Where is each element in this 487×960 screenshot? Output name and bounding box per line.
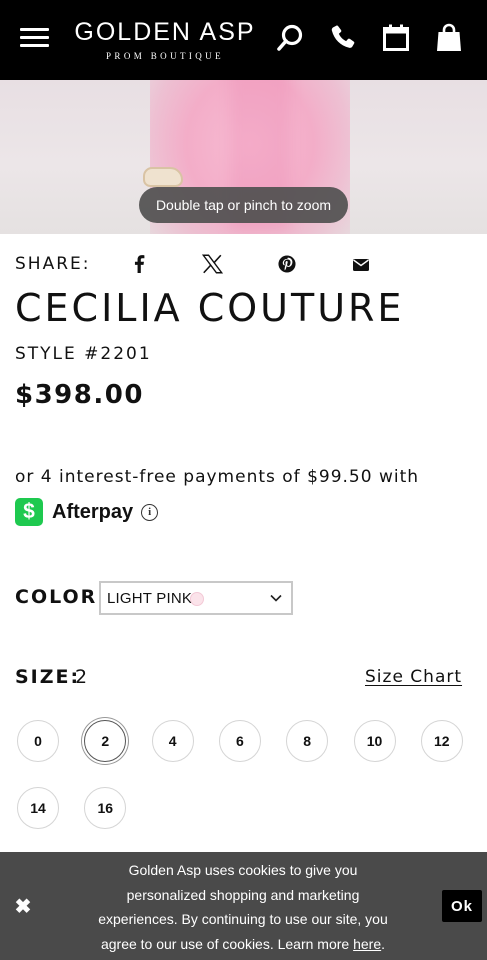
cookie-ok-button[interactable]: Ok xyxy=(442,890,482,922)
shoe-image-area xyxy=(143,167,183,187)
site-header: GOLDEN ASP PROM BOUTIQUE xyxy=(0,0,487,80)
size-option-0[interactable]: 0 xyxy=(17,720,59,762)
size-option-16[interactable]: 16 xyxy=(84,787,127,829)
size-option-2[interactable]: 2 xyxy=(84,720,127,762)
color-label: COLOR: xyxy=(15,586,107,608)
size-selected-value: 2 xyxy=(75,666,88,688)
size-option-14[interactable]: 14 xyxy=(17,787,59,829)
installments-text: or 4 interest-free payments of $99.50 wi… xyxy=(15,467,420,487)
cookie-text-body: Golden Asp uses cookies to give you pers… xyxy=(98,862,388,952)
size-option-4[interactable]: 4 xyxy=(151,720,194,762)
share-row: SHARE: xyxy=(15,252,475,276)
color-select[interactable]: LIGHT PINK xyxy=(99,581,293,615)
chevron-down-icon xyxy=(269,591,283,610)
menu-icon[interactable] xyxy=(20,28,49,48)
shopping-bag-icon[interactable] xyxy=(431,20,467,56)
cookie-message: Golden Asp uses cookies to give you pers… xyxy=(88,858,398,956)
info-icon[interactable]: i xyxy=(141,503,159,521)
color-swatch xyxy=(190,592,204,606)
logo-main-text: GOLDEN ASP xyxy=(74,18,256,46)
product-price: $398.00 xyxy=(15,380,144,410)
color-selected-value: LIGHT PINK xyxy=(107,590,193,607)
calendar-icon[interactable] xyxy=(378,20,414,56)
size-option-8[interactable]: 8 xyxy=(286,720,329,762)
afterpay-logo-icon: $ xyxy=(15,498,43,526)
cookie-text-end: . xyxy=(381,935,386,952)
size-option-6[interactable]: 6 xyxy=(218,720,261,762)
afterpay-brand: Afterpay xyxy=(52,500,134,523)
phone-icon[interactable] xyxy=(325,20,361,56)
size-chart-link[interactable]: Size Chart xyxy=(365,667,462,687)
email-icon[interactable] xyxy=(349,252,373,276)
style-number: STYLE #2201 xyxy=(15,344,152,364)
logo[interactable]: GOLDEN ASP PROM BOUTIQUE xyxy=(72,18,258,62)
size-option-12[interactable]: 12 xyxy=(420,720,463,762)
product-title: CECILIA COUTURE xyxy=(15,286,405,330)
cookie-learn-more-link[interactable]: here xyxy=(353,936,381,952)
pinterest-icon[interactable] xyxy=(275,252,299,276)
x-twitter-icon[interactable] xyxy=(200,252,224,276)
product-image[interactable]: Double tap or pinch to zoom xyxy=(0,80,487,234)
logo-sub-text: PROM BOUTIQUE xyxy=(106,51,224,61)
search-icon[interactable] xyxy=(272,20,308,56)
facebook-icon[interactable] xyxy=(127,252,151,276)
cookie-banner: ✖ Golden Asp uses cookies to give you pe… xyxy=(0,852,487,960)
zoom-hint: Double tap or pinch to zoom xyxy=(139,187,348,223)
afterpay-row: $ Afterpay i xyxy=(15,498,159,526)
size-label: SIZE: xyxy=(15,666,81,688)
close-icon[interactable]: ✖ xyxy=(14,897,32,917)
share-label: SHARE: xyxy=(15,254,91,274)
size-option-10[interactable]: 10 xyxy=(353,720,396,762)
